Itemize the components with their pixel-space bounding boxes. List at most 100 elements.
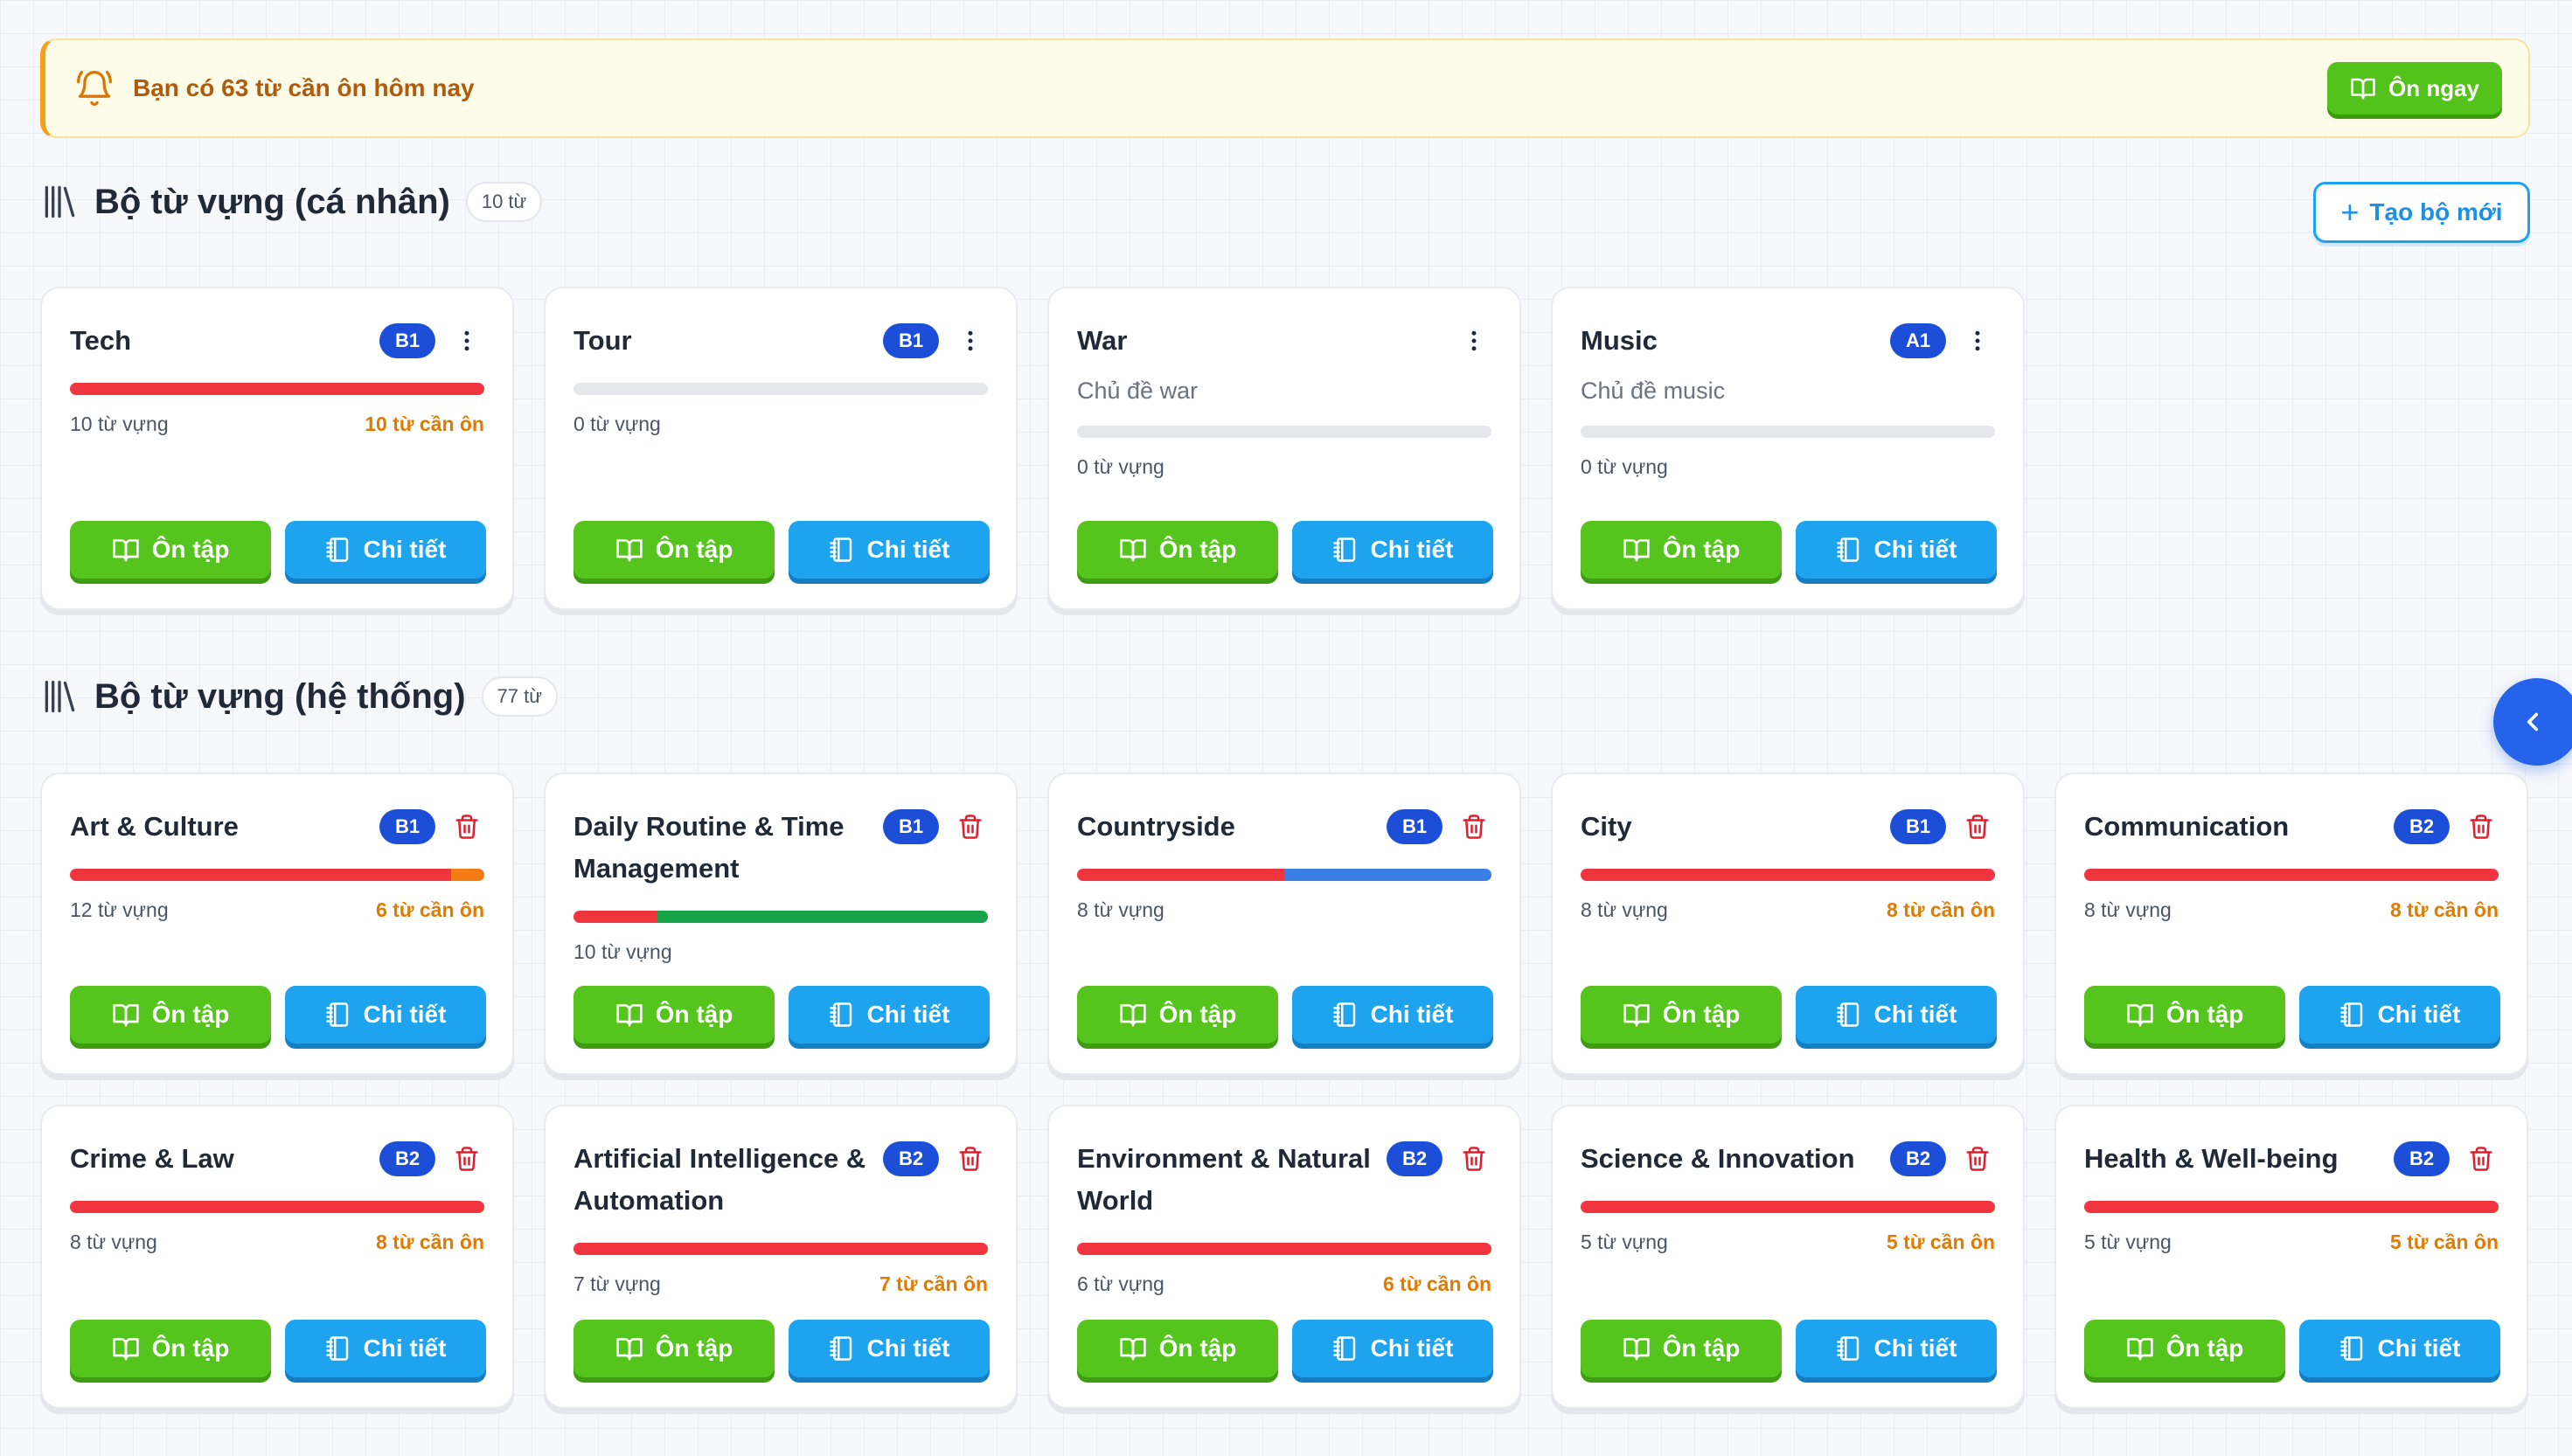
delete-set-button[interactable] (1456, 809, 1491, 844)
delete-set-button[interactable] (1960, 809, 1995, 844)
notebook-icon (2339, 1002, 2362, 1027)
level-badge: B2 (1890, 1141, 1946, 1176)
progress-bar (1581, 426, 1995, 438)
trash-icon (1966, 1147, 1989, 1171)
trash-icon (1966, 815, 1989, 839)
set-name: Tech (70, 325, 132, 356)
book-open-icon (1623, 539, 1650, 562)
banner-message: Bạn có 63 từ cần ôn hôm nay (133, 74, 475, 101)
book-open-icon (1119, 539, 1146, 562)
detail-button[interactable]: Chi tiết (1292, 521, 1493, 579)
due-count: 7 từ cần ôn (879, 1272, 988, 1295)
set-name: Artificial Intelligence & Automation (573, 1143, 866, 1216)
detail-button[interactable]: Chi tiết (2299, 1320, 2500, 1377)
set-name: Tour (573, 325, 632, 356)
delete-set-button[interactable] (2464, 809, 2499, 844)
notebook-icon (829, 537, 852, 562)
trash-icon (1463, 815, 1485, 839)
detail-button[interactable]: Chi tiết (1292, 986, 1493, 1043)
review-button[interactable]: Ôn tập (1581, 1320, 1782, 1377)
level-badge: B1 (883, 809, 939, 844)
delete-set-button[interactable] (449, 809, 484, 844)
word-count: 8 từ vựng (2084, 898, 2172, 921)
detail-button[interactable]: Chi tiết (789, 521, 990, 579)
set-name: Science & Innovation (1581, 1143, 1855, 1174)
review-button[interactable]: Ôn tập (70, 986, 271, 1043)
vocab-set-card: Countryside B1 8 từ vựng Ôn tập Chi tiết (1047, 773, 1521, 1075)
book-open-icon (1623, 1338, 1650, 1361)
trash-icon (959, 1147, 982, 1171)
detail-button[interactable]: Chi tiết (1796, 986, 1997, 1043)
due-count: 5 từ cần ôn (1886, 1231, 1995, 1253)
review-button[interactable]: Ôn tập (573, 986, 775, 1043)
sidebar-toggle-button[interactable] (2493, 678, 2572, 766)
trash-icon (455, 815, 478, 839)
detail-button[interactable]: Chi tiết (789, 1320, 990, 1377)
book-open-icon (1119, 1338, 1146, 1361)
detail-button[interactable]: Chi tiết (285, 521, 486, 579)
progress-bar (2084, 1201, 2499, 1213)
level-badge: B2 (1387, 1141, 1442, 1176)
plus-icon: + (2340, 194, 2360, 230)
review-button[interactable]: Ôn tập (70, 521, 271, 579)
detail-button[interactable]: Chi tiết (2299, 986, 2500, 1043)
due-count: 5 từ cần ôn (2389, 1231, 2499, 1253)
word-count: 5 từ vựng (2084, 1231, 2172, 1253)
delete-set-button[interactable] (2464, 1141, 2499, 1176)
detail-button[interactable]: Chi tiết (1796, 1320, 1997, 1377)
delete-set-button[interactable] (953, 1141, 988, 1176)
review-now-button[interactable]: Ôn ngay (2326, 62, 2502, 114)
review-button[interactable]: Ôn tập (1077, 521, 1278, 579)
book-open-icon (1623, 1004, 1650, 1027)
review-button[interactable]: Ôn tập (573, 521, 775, 579)
set-name: Countryside (1077, 811, 1235, 842)
word-count: 0 từ vựng (573, 413, 661, 435)
notebook-icon (1332, 537, 1355, 562)
level-badge: B2 (883, 1141, 939, 1176)
review-button[interactable]: Ôn tập (2084, 1320, 2285, 1377)
detail-button[interactable]: Chi tiết (1292, 1320, 1493, 1377)
review-button[interactable]: Ôn tập (573, 1320, 775, 1377)
card-menu-button[interactable] (1960, 323, 1995, 358)
word-count: 5 từ vựng (1581, 1231, 1668, 1253)
detail-button[interactable]: Chi tiết (285, 1320, 486, 1377)
notebook-icon (325, 537, 348, 562)
card-menu-button[interactable] (449, 323, 484, 358)
review-button[interactable]: Ôn tập (1077, 1320, 1278, 1377)
review-button[interactable]: Ôn tập (2084, 986, 2285, 1043)
section-title: Bộ từ vựng (hệ thống) (94, 676, 466, 716)
level-badge: B1 (1890, 809, 1946, 844)
notebook-icon (1836, 537, 1859, 562)
book-open-icon (1119, 1004, 1146, 1027)
trash-icon (959, 815, 982, 839)
detail-button[interactable]: Chi tiết (789, 986, 990, 1043)
progress-bar (1581, 1201, 1995, 1213)
notebook-icon (829, 1002, 852, 1027)
book-open-icon (2126, 1004, 2153, 1027)
review-button[interactable]: Ôn tập (1581, 521, 1782, 579)
review-button[interactable]: Ôn tập (70, 1320, 271, 1377)
delete-set-button[interactable] (1960, 1141, 1995, 1176)
delete-set-button[interactable] (953, 809, 988, 844)
vocab-set-card: Art & Culture B1 12 từ vựng 6 từ cần ôn Ôn t… (40, 773, 514, 1075)
level-badge: A1 (1890, 323, 1946, 358)
book-open-icon (2126, 1338, 2153, 1361)
detail-button[interactable]: Chi tiết (1796, 521, 1997, 579)
word-count: 7 từ vựng (573, 1272, 661, 1295)
section-title: Bộ từ vựng (cá nhân) (94, 182, 450, 221)
book-open-icon (615, 539, 643, 562)
card-menu-button[interactable] (1456, 323, 1491, 358)
card-menu-button[interactable] (953, 323, 988, 358)
due-count: 6 từ cần ôn (1382, 1272, 1491, 1295)
level-badge: B1 (379, 809, 435, 844)
review-button[interactable]: Ôn tập (1077, 986, 1278, 1043)
review-button[interactable]: Ôn tập (1581, 986, 1782, 1043)
delete-set-button[interactable] (1456, 1141, 1491, 1176)
create-set-button[interactable]: + Tạo bộ mới (2313, 182, 2530, 243)
detail-button[interactable]: Chi tiết (285, 986, 486, 1043)
delete-set-button[interactable] (449, 1141, 484, 1176)
more-vertical-icon (1975, 330, 1980, 351)
trash-icon (2470, 1147, 2492, 1171)
progress-segment (656, 911, 988, 923)
due-count: 8 từ cần ôn (2389, 898, 2499, 921)
